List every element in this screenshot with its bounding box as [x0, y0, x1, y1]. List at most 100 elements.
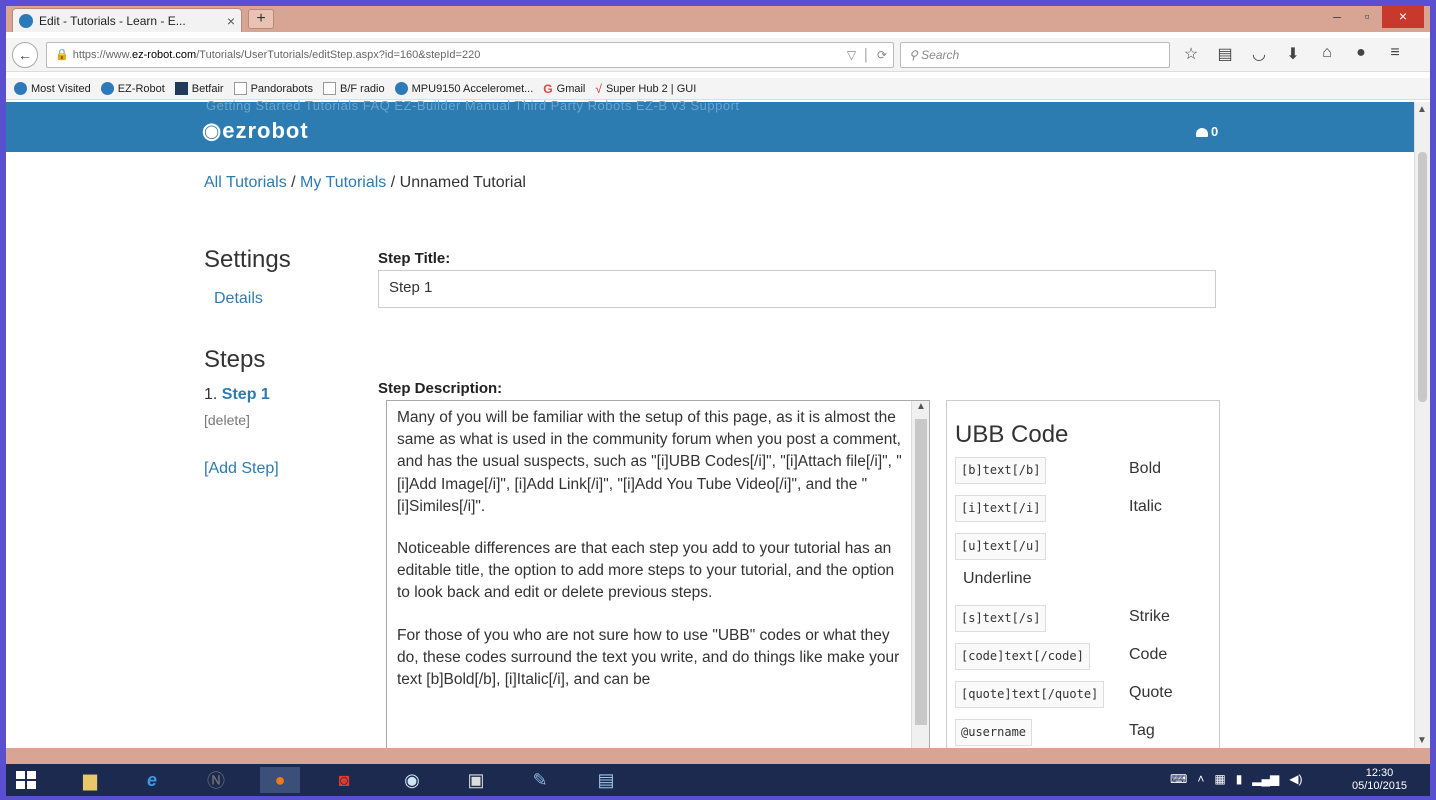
delete-step-link[interactable]: [delete] [204, 412, 250, 428]
tray-expand-icon[interactable]: ˄ [1197, 772, 1204, 786]
url-path: /Tutorials/UserTutorials/editStep.aspx?i… [196, 49, 481, 61]
page-scrollbar[interactable]: ▲ ▼ [1414, 102, 1430, 748]
breadcrumb: All Tutorials / My Tutorials / Unnamed T… [204, 174, 526, 192]
bookmark-label: Pandorabots [250, 82, 313, 95]
details-link[interactable]: Details [214, 290, 374, 308]
url-bar[interactable]: 🔒 https://www.ez-robot.com/Tutorials/User… [46, 42, 894, 68]
reading-list-icon[interactable]: ▤ [1214, 44, 1236, 64]
scroll-down-icon[interactable]: ▼ [1417, 735, 1427, 746]
ubb-code-snippet[interactable]: [i]text[/i] [955, 495, 1047, 522]
file-explorer-icon[interactable]: ▆ [70, 767, 110, 793]
browser-toolbar: ☆ ▤ ◡ ⬇ ⌂ ● ≡ [1180, 44, 1406, 64]
camera-app-icon[interactable]: ◉ [392, 767, 432, 793]
taskbar: ▆ e Ⓝ ● ◙ ◉ ▣ ✎ ▤ ⌨ ˄ ▦ ▮ ▂▄▆ ◀) 12:30 0… [6, 764, 1430, 796]
volume-icon[interactable]: ◀) [1289, 772, 1302, 786]
bookmark-betfair[interactable]: Betfair [174, 82, 224, 95]
ubb-code-snippet[interactable]: [s]text[/s] [955, 605, 1047, 632]
navigation-bar: ← 🔒 https://www.ez-robot.com/Tutorials/Us… [6, 38, 1430, 72]
bookmark-label: MPU9150 Acceleromet... [411, 82, 534, 95]
breadcrumb-separator: / [386, 174, 400, 191]
taskbar-clock[interactable]: 12:30 05/10/2015 [1352, 767, 1407, 793]
bookmark-pandorabots[interactable]: Pandorabots [233, 82, 313, 95]
start-button[interactable] [16, 771, 36, 789]
breadcrumb-my-tutorials[interactable]: My Tutorials [300, 174, 386, 191]
ubb-row-strike[interactable]: [s]text[/s] Strike [955, 605, 1215, 633]
clock-time: 12:30 [1365, 767, 1394, 779]
ubb-code-snippet[interactable]: [code]text[/code] [955, 643, 1090, 670]
site-menu[interactable]: Getting Started Tutorials FAQ EZ-Builder… [206, 98, 740, 113]
ezrobot-logo[interactable]: ◉ezrobot [202, 118, 309, 144]
bookmark-most-visited[interactable]: Most Visited [14, 82, 91, 95]
breadcrumb-all-tutorials[interactable]: All Tutorials [204, 174, 287, 191]
description-scrollbar[interactable]: ▲ [911, 401, 929, 759]
back-button[interactable]: ← [12, 42, 38, 68]
home-icon[interactable]: ⌂ [1316, 44, 1338, 64]
tab-close-icon[interactable]: × [227, 13, 235, 29]
description-scroll-thumb[interactable] [915, 419, 927, 725]
cart-icon [1196, 128, 1208, 138]
window-bottom-band [6, 748, 1430, 764]
ubb-row-tag[interactable]: @username Tag [955, 719, 1215, 747]
headphones-app-icon[interactable]: ◙ [324, 767, 364, 793]
battery-icon[interactable]: ▮ [1236, 772, 1243, 786]
ubb-code-snippet[interactable]: [quote]text[/quote] [955, 681, 1105, 708]
ubb-code-name: Bold [1129, 460, 1162, 477]
cart-button[interactable]: 0 [1196, 124, 1218, 139]
chat-icon[interactable]: ● [1350, 44, 1372, 64]
add-step-link[interactable]: [Add Step] [204, 460, 279, 478]
app-n-icon[interactable]: Ⓝ [196, 767, 236, 793]
scrollbar-thumb[interactable] [1418, 152, 1427, 402]
internet-explorer-icon[interactable]: e [132, 767, 172, 793]
signal-icon[interactable]: ▂▄▆ [1252, 772, 1279, 786]
ubb-code-snippet[interactable]: [u]text[/u] [955, 533, 1047, 560]
scroll-up-icon[interactable]: ▲ [916, 401, 926, 412]
ez-robot-icon [100, 82, 114, 95]
windows-logo-icon [16, 771, 25, 779]
step-description-textarea[interactable]: Many of you will be familiar with the se… [386, 400, 930, 760]
new-tab-button[interactable]: + [248, 9, 274, 29]
step-list-item[interactable]: 1. Step 1 [204, 386, 270, 404]
ubb-code-snippet[interactable]: [b]text[/b] [955, 457, 1047, 484]
ubb-row-italic[interactable]: [i]text[/i] Italic [955, 495, 1215, 523]
step-title-input[interactable]: Step 1 [378, 270, 1216, 308]
bookmark-mpu9150[interactable]: MPU9150 Acceleromet... [394, 82, 534, 95]
close-window-button[interactable]: × [1382, 6, 1424, 28]
settings-heading: Settings [204, 246, 291, 273]
maximize-button[interactable]: ▫ [1352, 6, 1382, 28]
image-viewer-icon[interactable]: ▤ [586, 767, 626, 793]
browser-window: Edit - Tutorials - Learn - E... × + – ▫ … [6, 6, 1430, 796]
ubb-code-name: Underline [963, 570, 1032, 587]
ez-builder-icon[interactable]: ▣ [456, 767, 496, 793]
bookmark-super-hub[interactable]: √ Super Hub 2 | GUI [595, 82, 696, 96]
bookmark-gmail[interactable]: G Gmail [543, 82, 585, 96]
ubb-code-snippet[interactable]: @username [955, 719, 1033, 746]
network-icon[interactable]: ▦ [1214, 772, 1225, 786]
ubb-row-underline[interactable]: [u]text[/u] [955, 533, 1215, 561]
breadcrumb-current: Unnamed Tutorial [399, 174, 526, 191]
keyboard-icon[interactable]: ⌨ [1170, 772, 1187, 786]
tab-bar: Edit - Tutorials - Learn - E... × + – ▫ … [6, 6, 1430, 32]
bookmark-ez-robot[interactable]: EZ-Robot [100, 82, 165, 95]
ubb-code-name: Code [1129, 646, 1168, 663]
ubb-row-quote[interactable]: [quote]text[/quote] Quote [955, 681, 1215, 709]
minimize-button[interactable]: – [1322, 6, 1352, 28]
menu-icon[interactable]: ≡ [1384, 44, 1406, 64]
dropdown-icon[interactable]: ▽ [847, 48, 856, 62]
ubb-row-bold[interactable]: [b]text[/b] Bold [955, 457, 1215, 485]
reload-icon[interactable]: ⟳ [877, 48, 887, 62]
step-link[interactable]: Step 1 [222, 386, 270, 403]
url-prefix: https://www. [72, 49, 132, 61]
search-input[interactable]: ⚲ Search [900, 42, 1170, 68]
scroll-up-icon[interactable]: ▲ [1417, 104, 1427, 115]
bookmark-star-icon[interactable]: ☆ [1180, 44, 1202, 64]
ubb-code-panel: UBB Code [b]text[/b] Bold [i]text[/i] It… [946, 400, 1220, 760]
bookmark-bf-radio[interactable]: B/F radio [322, 82, 385, 95]
pocket-icon[interactable]: ◡ [1248, 44, 1270, 64]
step-title-label: Step Title: [378, 250, 451, 267]
ubb-row-code[interactable]: [code]text[/code] Code [955, 643, 1215, 671]
logo-icon: ◉ [202, 118, 223, 143]
download-icon[interactable]: ⬇ [1282, 44, 1304, 64]
firefox-icon[interactable]: ● [260, 767, 300, 793]
browser-tab[interactable]: Edit - Tutorials - Learn - E... × [12, 8, 242, 32]
paint-icon[interactable]: ✎ [520, 767, 560, 793]
